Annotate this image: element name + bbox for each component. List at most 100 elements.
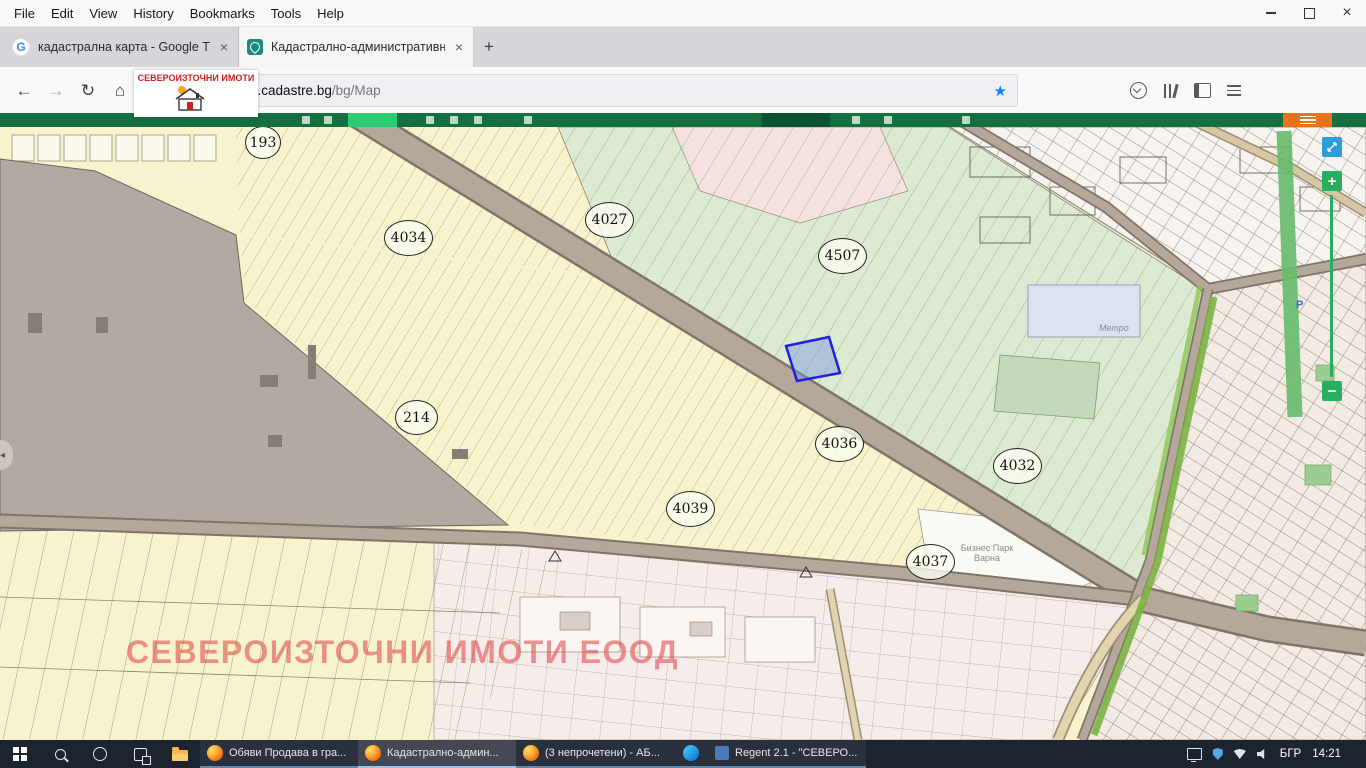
parcel-number-bubble: 4039	[666, 491, 715, 527]
selected-parcel[interactable]	[786, 337, 840, 381]
parcel-number-bubble: 4507	[818, 238, 867, 274]
zoom-in-button[interactable]: +	[1322, 171, 1342, 191]
parcel-number-bubble: 4032	[993, 448, 1042, 484]
map-toolbar-icon[interactable]	[302, 116, 310, 124]
sidebar-button[interactable]	[1186, 75, 1218, 107]
map-toolbar-icon[interactable]	[962, 116, 970, 124]
maximize-icon	[1304, 8, 1315, 19]
minimize-icon	[1266, 12, 1276, 14]
parcel-number-bubble: 4037	[906, 544, 955, 580]
parcel-number-bubble: 4036	[815, 426, 864, 462]
map-menu-button[interactable]	[1283, 113, 1332, 127]
window-controls: ×	[1252, 0, 1366, 26]
tab-title: кадастрална карта - Google Тъ	[38, 40, 210, 54]
sidebar-icon	[1194, 83, 1211, 98]
map-toolbar-icon[interactable]	[324, 116, 332, 124]
system-tray: БГР 14:21	[1187, 740, 1366, 768]
cortana-icon	[93, 747, 107, 761]
menu-history[interactable]: History	[125, 6, 181, 21]
map-toolbar-icon[interactable]	[852, 116, 860, 124]
parking-label: P	[1296, 299, 1303, 311]
taskbar-search-button[interactable]	[40, 740, 80, 768]
bookmark-star-icon[interactable]: ★	[994, 82, 1007, 100]
language-indicator[interactable]: БГР	[1280, 748, 1301, 760]
tab-close-icon[interactable]: ×	[218, 39, 230, 55]
parcel-number-bubble: 4027	[585, 202, 634, 238]
menu-edit[interactable]: Edit	[43, 6, 81, 21]
clock[interactable]: 14:21	[1312, 748, 1341, 760]
forward-button[interactable]: →	[40, 75, 72, 107]
zoom-slider[interactable]	[1330, 195, 1333, 377]
map-toolbar-icon[interactable]	[524, 116, 532, 124]
zoom-out-button[interactable]: −	[1322, 381, 1342, 401]
firefox-icon	[365, 745, 381, 761]
minimize-button[interactable]	[1252, 0, 1290, 26]
house-logo-icon	[170, 83, 222, 113]
url-path: /bg/Map	[332, 83, 381, 98]
map-toolbar-icon[interactable]	[474, 116, 482, 124]
taskbar-app-mail[interactable]: (3 непрочетени) - АБ...	[516, 740, 674, 768]
tab-title: Кадастрално-административн	[271, 40, 445, 54]
google-favicon: G	[12, 38, 30, 56]
hamburger-icon	[1300, 116, 1316, 118]
url-text[interactable]: https://kais.cadastre.bg/bg/Map	[193, 83, 986, 98]
map-viewport[interactable]: 193 4034 4027 4507 214 4036 4039 4032 40…	[0, 113, 1366, 740]
firefox-icon	[523, 745, 539, 761]
tray-volume-icon[interactable]	[1257, 749, 1269, 760]
map-toolbar-icon[interactable]	[884, 116, 892, 124]
parcel-number-bubble: 214	[395, 400, 438, 435]
taskbar-app-browser[interactable]	[674, 740, 708, 768]
place-label-business-park: Бизнес Парк Варна	[958, 543, 1016, 563]
fullscreen-button[interactable]	[1322, 137, 1342, 157]
tray-display-icon[interactable]	[1187, 748, 1202, 760]
agency-logo: СЕВЕРОИЗТОЧНИ ИМОТИ	[134, 70, 258, 117]
url-bar[interactable]: https://kais.cadastre.bg/bg/Map ★	[144, 74, 1018, 107]
library-icon	[1164, 84, 1177, 98]
menu-tools[interactable]: Tools	[263, 6, 309, 21]
tab-cadastre-map[interactable]: Кадастрално-административн ×	[239, 27, 474, 67]
agency-logo-text: СЕВЕРОИЗТОЧНИ ИМОТИ	[138, 73, 255, 83]
place-label-metro: Метро	[1099, 323, 1129, 333]
folder-icon	[172, 750, 188, 761]
start-button[interactable]	[0, 740, 40, 768]
menu-help[interactable]: Help	[309, 6, 352, 21]
taskbar-app-title: (3 непрочетени) - АБ...	[545, 747, 667, 759]
regent-icon	[715, 746, 729, 760]
search-icon	[55, 749, 66, 760]
taskbar-app-regent[interactable]: Regent 2.1 - "СЕВЕРО...	[708, 740, 866, 768]
menu-bar: File Edit View History Bookmarks Tools H…	[0, 0, 1366, 27]
maximize-button[interactable]	[1290, 0, 1328, 26]
map-toolbar-icon[interactable]	[450, 116, 458, 124]
agency-watermark: СЕВЕРОИЗТОЧНИ ИМОТИ ЕООД	[126, 634, 679, 671]
reload-button[interactable]: ↻	[72, 75, 104, 107]
menu-view[interactable]: View	[81, 6, 125, 21]
edge-icon	[683, 745, 699, 761]
menu-bookmarks[interactable]: Bookmarks	[182, 6, 263, 21]
new-tab-button[interactable]: +	[474, 27, 504, 67]
close-button[interactable]: ×	[1328, 0, 1366, 26]
task-view-button[interactable]	[120, 740, 160, 768]
taskbar-app-title: Кадастрално-админ...	[387, 747, 509, 759]
pocket-icon	[1130, 82, 1147, 99]
home-button[interactable]: ⌂	[104, 75, 136, 107]
fullscreen-icon	[1326, 141, 1338, 153]
map-toolbar-dark-button[interactable]	[762, 113, 830, 127]
tab-google-search[interactable]: G кадастрална карта - Google Тъ ×	[4, 27, 239, 67]
menu-file[interactable]: File	[6, 6, 43, 21]
parcel-number-bubble: 193	[245, 126, 281, 159]
tray-network-icon[interactable]	[1234, 749, 1246, 759]
hamburger-icon	[1227, 85, 1241, 95]
map-toolbar-icon[interactable]	[426, 116, 434, 124]
app-menu-button[interactable]	[1218, 75, 1250, 107]
taskbar-app-title: Обяви Продава в гра...	[229, 747, 351, 759]
cortana-button[interactable]	[80, 740, 120, 768]
map-toolbar-green-button[interactable]	[348, 113, 397, 127]
taskbar-app-listings[interactable]: Обяви Продава в гра...	[200, 740, 358, 768]
tray-security-icon[interactable]	[1213, 748, 1223, 760]
pocket-button[interactable]	[1122, 75, 1154, 107]
taskbar-app-cadastre[interactable]: Кадастрално-админ...	[358, 740, 516, 768]
back-button[interactable]: ←	[8, 75, 40, 107]
file-explorer-button[interactable]	[160, 740, 200, 768]
tab-close-icon[interactable]: ×	[453, 39, 465, 55]
library-button[interactable]	[1154, 75, 1186, 107]
